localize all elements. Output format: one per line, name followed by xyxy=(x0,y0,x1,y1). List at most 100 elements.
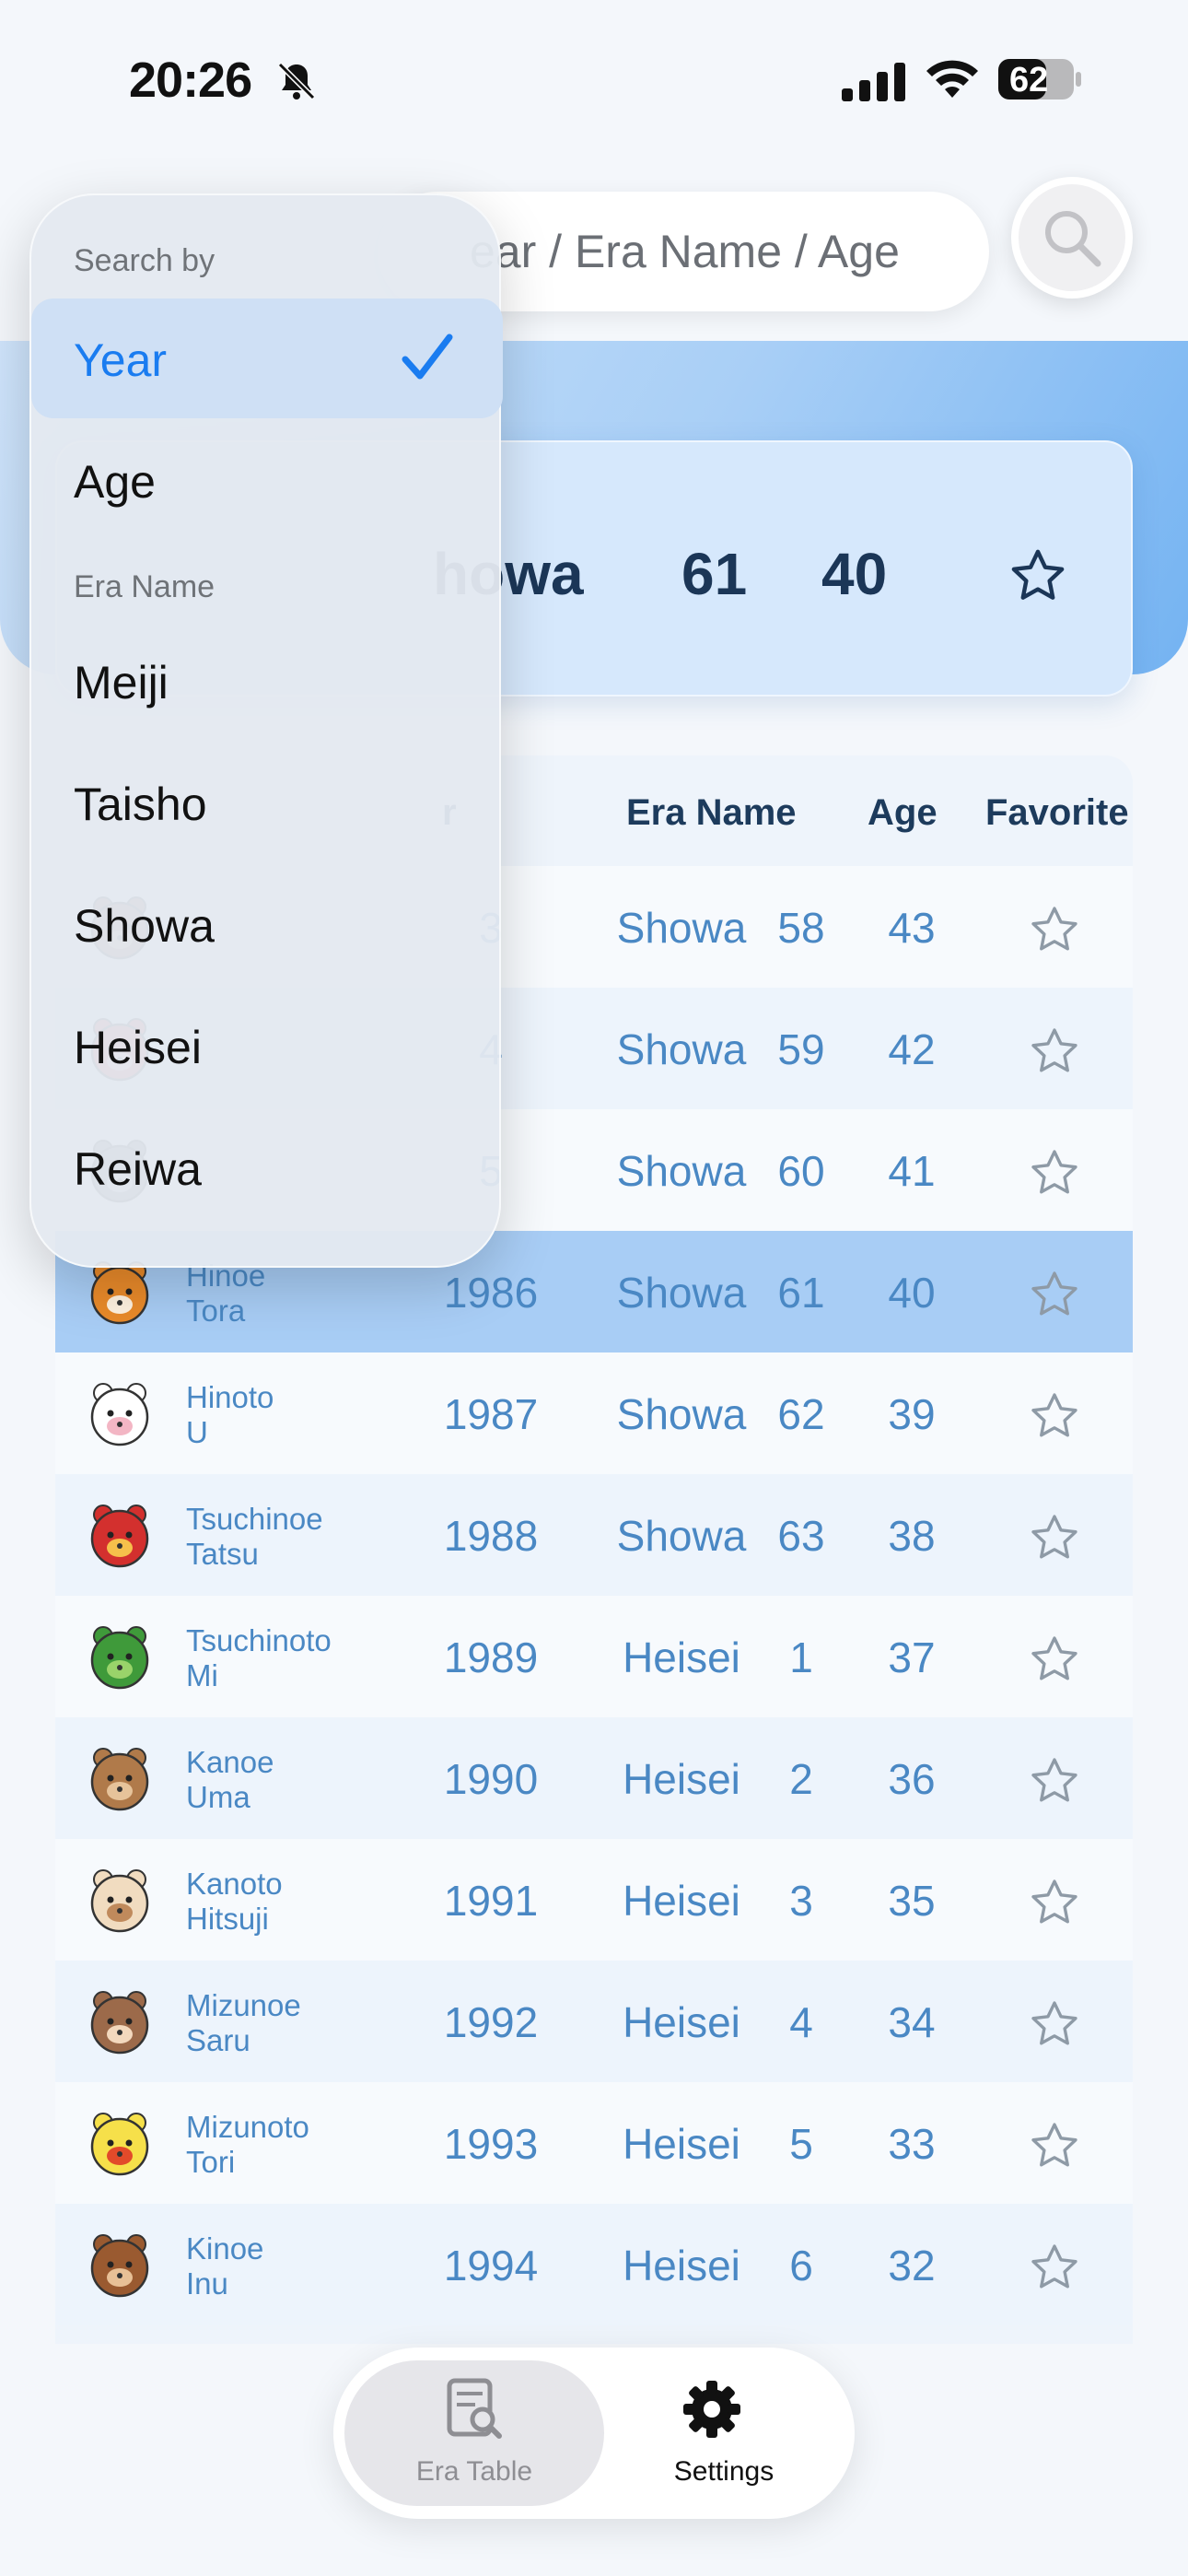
zodiac-name: Mizunoto Tori xyxy=(186,2110,309,2180)
menu-item-showa[interactable]: Showa xyxy=(74,899,215,953)
table-row[interactable]: Tsuchinoto Mi 1989 Heisei 1 37 xyxy=(55,1596,1133,1717)
star-outline-icon[interactable] xyxy=(1028,1997,1081,2051)
zodiac-branch: Saru xyxy=(186,2023,250,2057)
zodiac-stem: Kanoe xyxy=(186,1745,274,1779)
zodiac-stem: Mizunoto xyxy=(186,2110,309,2144)
star-outline-icon[interactable] xyxy=(1007,545,1068,606)
age-cell: 39 xyxy=(888,1390,936,1438)
zodiac-branch: Tatsu xyxy=(186,1537,259,1571)
table-search-icon xyxy=(447,2378,502,2439)
table-row[interactable]: Hinoto U 1987 Showa 62 39 xyxy=(55,1352,1133,1474)
star-outline-icon[interactable] xyxy=(1028,2119,1081,2172)
checkmark-icon xyxy=(402,334,453,380)
era-name-cell: Heisei xyxy=(623,1633,740,1681)
menu-item-heisei[interactable]: Heisei xyxy=(74,1021,202,1074)
age-cell: 33 xyxy=(888,2120,936,2168)
star-outline-icon[interactable] xyxy=(1028,1025,1081,1078)
menu-item-meiji[interactable]: Meiji xyxy=(74,656,169,709)
era-year-cell: 63 xyxy=(777,1512,825,1560)
star-outline-icon[interactable] xyxy=(1028,1389,1081,1443)
table-row[interactable]: Kinoe Inu 1994 Heisei 6 32 xyxy=(55,2204,1133,2325)
bell-slash-icon xyxy=(277,62,316,100)
age-cell: 34 xyxy=(888,1998,936,2046)
year-cell: 1987 xyxy=(443,1390,539,1438)
snake-icon xyxy=(90,1626,149,1690)
zodiac-stem: Kanoto xyxy=(186,1867,283,1901)
tab-bar: Era Table Settings xyxy=(333,2348,855,2519)
star-outline-icon[interactable] xyxy=(1028,1633,1081,1686)
header-favorite[interactable]: Favorite xyxy=(985,792,1129,834)
era-year-cell: 6 xyxy=(789,2242,813,2289)
sheep-icon xyxy=(90,1869,149,1933)
era-name-cell: Heisei xyxy=(623,1877,740,1925)
zodiac-name: Kanoto Hitsuji xyxy=(186,1867,283,1937)
table-row[interactable]: Tsuchinoe Tatsu 1988 Showa 63 38 xyxy=(55,1474,1133,1596)
monkey-icon xyxy=(90,1991,149,2055)
era-name-cell: Showa xyxy=(616,904,747,952)
search-button[interactable] xyxy=(1011,177,1133,299)
gear-icon[interactable] xyxy=(680,2377,744,2441)
age-cell: 36 xyxy=(888,1755,936,1803)
zodiac-branch: Tori xyxy=(186,2145,236,2179)
hero-era-year: 61 xyxy=(681,541,748,607)
zodiac-name: Tsuchinoto Mi xyxy=(186,1623,332,1693)
star-outline-icon[interactable] xyxy=(1028,1268,1081,1321)
age-cell: 32 xyxy=(888,2242,936,2289)
zodiac-name: Kinoe Inu xyxy=(186,2231,263,2301)
zodiac-branch: Tora xyxy=(186,1294,246,1328)
age-cell: 35 xyxy=(888,1877,936,1925)
age-cell: 38 xyxy=(888,1512,936,1560)
star-outline-icon[interactable] xyxy=(1028,1876,1081,1929)
header-era-name[interactable]: Era Name xyxy=(626,792,797,834)
year-cell: 1986 xyxy=(443,1269,539,1317)
era-year-cell: 59 xyxy=(777,1025,825,1073)
era-year-cell: 3 xyxy=(789,1877,813,1925)
rabbit-icon xyxy=(90,1383,149,1446)
menu-item-year[interactable]: Year xyxy=(74,334,167,387)
zodiac-branch: Mi xyxy=(186,1658,218,1692)
era-year-cell: 5 xyxy=(789,2120,813,2168)
table-row[interactable]: Kanoe Uma 1990 Heisei 2 36 xyxy=(55,1717,1133,1839)
star-outline-icon[interactable] xyxy=(1028,1754,1081,1808)
dragon-icon xyxy=(90,1505,149,1568)
star-outline-icon[interactable] xyxy=(1028,903,1081,956)
year-cell: 1994 xyxy=(443,2242,539,2289)
wifi-icon xyxy=(926,60,978,98)
magnifier-icon xyxy=(1045,211,1101,267)
star-outline-icon[interactable] xyxy=(1028,1146,1081,1200)
battery-icon: 62 xyxy=(998,57,1083,101)
search-placeholder: ear / Era Name / Age xyxy=(470,226,900,277)
era-year-cell: 60 xyxy=(777,1147,825,1195)
era-year-cell: 58 xyxy=(777,904,825,952)
zodiac-name: Kanoe Uma xyxy=(186,1745,274,1815)
era-name-cell: Heisei xyxy=(623,2242,740,2289)
zodiac-stem: Hinoto xyxy=(186,1380,274,1414)
menu-item-taisho[interactable]: Taisho xyxy=(74,778,207,831)
table-row[interactable]: Kanoto Hitsuji 1991 Heisei 3 35 xyxy=(55,1839,1133,1961)
menu-item-reiwa[interactable]: Reiwa xyxy=(74,1142,202,1196)
year-cell: 1991 xyxy=(443,1877,539,1925)
era-year-cell: 4 xyxy=(789,1998,813,2046)
menu-section-era-name: Era Name xyxy=(74,569,215,604)
table-row[interactable]: Mizunoto Tori 1993 Heisei 5 33 xyxy=(55,2082,1133,2204)
year-cell: 1990 xyxy=(443,1755,539,1803)
header-age[interactable]: Age xyxy=(868,792,938,834)
star-outline-icon[interactable] xyxy=(1028,1511,1081,1564)
tab-era-table[interactable]: Era Table xyxy=(344,2360,604,2506)
age-cell: 40 xyxy=(888,1269,936,1317)
star-outline-icon[interactable] xyxy=(1028,2241,1081,2294)
table-row[interactable]: Mizunoe Saru 1992 Heisei 4 34 xyxy=(55,1961,1133,2082)
era-name-cell: Showa xyxy=(616,1025,747,1073)
age-cell: 43 xyxy=(888,904,936,952)
battery-level: 62 xyxy=(1009,61,1049,100)
zodiac-stem: Mizunoe xyxy=(186,1988,301,2022)
cellular-signal-icon xyxy=(842,63,905,101)
rooster-icon xyxy=(90,2113,149,2176)
era-name-cell: Showa xyxy=(616,1512,747,1560)
era-name-cell: Heisei xyxy=(623,1998,740,2046)
tab-settings-label[interactable]: Settings xyxy=(604,2456,844,2488)
age-cell: 42 xyxy=(888,1025,936,1073)
age-cell: 41 xyxy=(888,1147,936,1195)
era-name-cell: Showa xyxy=(616,1390,747,1438)
menu-item-age[interactable]: Age xyxy=(74,455,156,509)
